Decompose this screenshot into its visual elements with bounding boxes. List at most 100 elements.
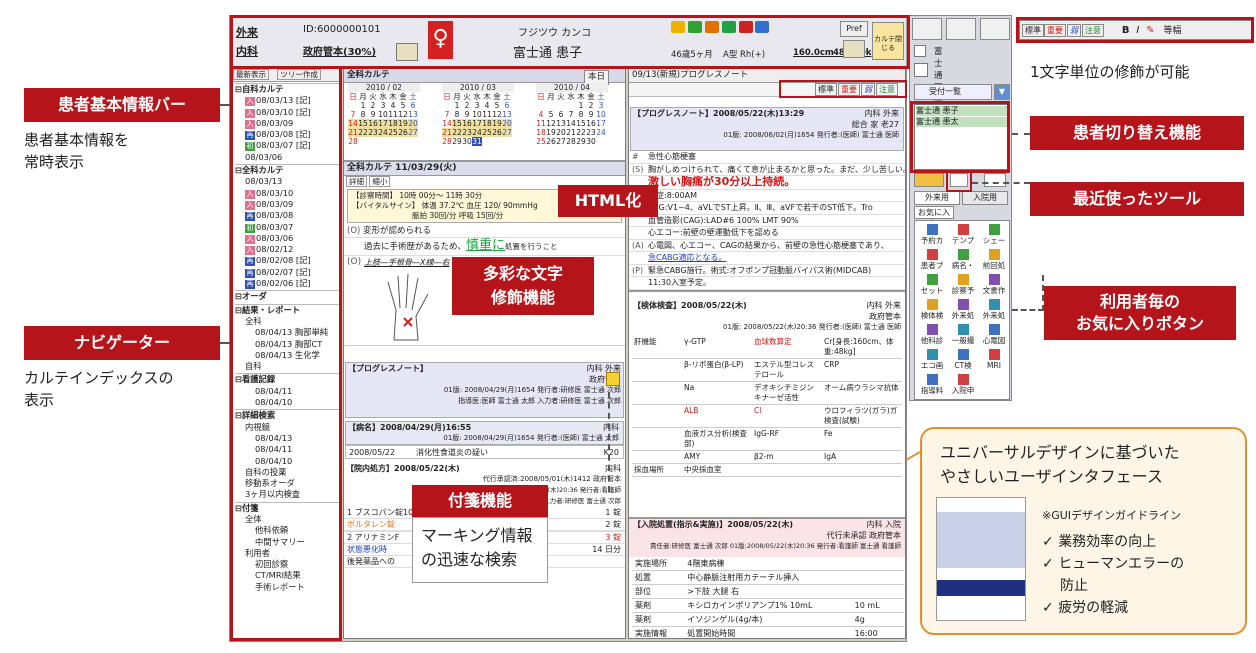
favorite-tool-button[interactable]: 他科診 <box>917 324 947 345</box>
calendar-day[interactable] <box>556 101 566 110</box>
calendar-day[interactable]: 21 <box>566 128 576 137</box>
calendar-day[interactable]: 4 <box>388 101 398 110</box>
calendar-day[interactable]: 1 <box>452 101 462 110</box>
calendar-day[interactable]: 19 <box>546 128 556 137</box>
calendar-day[interactable]: 6 <box>502 101 512 110</box>
calendar-day[interactable]: 25 <box>536 137 546 146</box>
calendar-day[interactable]: 11 <box>388 110 398 119</box>
calendar-day[interactable]: 18 <box>536 128 546 137</box>
tool-icon[interactable] <box>980 18 1010 40</box>
favorite-tool-button[interactable]: 文書作 <box>979 274 1009 295</box>
calendar-day[interactable] <box>348 101 358 110</box>
swap-icon[interactable] <box>946 18 976 40</box>
calendar-day[interactable]: 1 <box>358 101 368 110</box>
calendar-day[interactable]: 16 <box>462 119 472 128</box>
calendar-day[interactable] <box>358 137 368 146</box>
favorite-tool-button[interactable]: セット <box>917 274 947 295</box>
favorite-tool-button[interactable]: 外来処 <box>979 299 1009 320</box>
calendar-day[interactable] <box>596 137 606 146</box>
calendar-grid[interactable]: 日月火水木金土 1 2 3 4 5 6 7 8 9 10 11 12 13 14 15 16 17 18 19 20 21… <box>442 92 512 146</box>
calendar-day[interactable]: 3 <box>596 101 606 110</box>
favorite-tool-button[interactable]: 一般撮 <box>948 324 978 345</box>
calendar-day[interactable] <box>368 137 378 146</box>
user-checkbox[interactable] <box>914 45 926 57</box>
calendar-day[interactable]: 27 <box>502 128 512 137</box>
user-box-2[interactable] <box>914 63 928 77</box>
calendar-day[interactable]: 6 <box>408 101 418 110</box>
calendar-day[interactable]: 30 <box>462 137 472 146</box>
calendar-day[interactable] <box>388 137 398 146</box>
calendar-day[interactable]: 25 <box>388 128 398 137</box>
calendar-day[interactable] <box>408 137 418 146</box>
favorite-tool-button[interactable]: エコ画 <box>917 349 947 370</box>
calendar-day[interactable]: 27 <box>408 128 418 137</box>
calendar-day[interactable]: 8 <box>358 110 368 119</box>
calendar-day[interactable]: 7 <box>348 110 358 119</box>
calendar-day[interactable]: 15 <box>452 119 462 128</box>
calendar-day[interactable] <box>398 137 408 146</box>
calendar-day[interactable]: 14 <box>442 119 452 128</box>
calendar-day[interactable]: 7 <box>442 110 452 119</box>
calendar-day[interactable]: 13 <box>408 110 418 119</box>
calendar-grid[interactable]: 日月火水木金土 1 2 3 4 5 6 7 8 9 10 11 12 13 14 15 16 17 18 19 20 21… <box>536 92 606 146</box>
calendar-day[interactable]: 28 <box>566 137 576 146</box>
calendar-day[interactable]: 24 <box>596 128 606 137</box>
calendar-day[interactable]: 24 <box>472 128 482 137</box>
recent-tool-3[interactable] <box>984 173 1006 187</box>
tab-inpatient[interactable]: 入院用 <box>962 191 1008 205</box>
calendar-day[interactable]: 19 <box>398 119 408 128</box>
calendar-day[interactable]: 3 <box>472 101 482 110</box>
calendar-day[interactable]: 23 <box>586 128 596 137</box>
calendar-day[interactable]: 17 <box>472 119 482 128</box>
calendar-day[interactable] <box>546 101 556 110</box>
users-icon[interactable] <box>912 18 942 40</box>
calendar-day[interactable]: 26 <box>398 128 408 137</box>
calendar-day[interactable]: 22 <box>358 128 368 137</box>
calendar-day[interactable]: 29 <box>576 137 586 146</box>
calendar-day[interactable]: 24 <box>378 128 388 137</box>
favorite-tool-button[interactable]: 入院申 <box>948 374 978 395</box>
calendar-day[interactable] <box>482 137 492 146</box>
calendar-day[interactable]: 28 <box>442 137 452 146</box>
calendar-day[interactable]: 2 <box>586 101 596 110</box>
calendar-day[interactable]: 11 <box>536 119 546 128</box>
calendar-day[interactable] <box>566 101 576 110</box>
sticky-note-icon[interactable] <box>606 372 620 386</box>
calendar-day[interactable]: 21 <box>442 128 452 137</box>
calendar-day[interactable]: 15 <box>358 119 368 128</box>
favorite-tool-button[interactable]: 心電図 <box>979 324 1009 345</box>
calendar-day[interactable]: 13 <box>556 119 566 128</box>
calendar-day[interactable]: 16 <box>368 119 378 128</box>
calendar-day[interactable]: 18 <box>482 119 492 128</box>
calendar-day[interactable]: 20 <box>408 119 418 128</box>
calendar-day[interactable]: 26 <box>492 128 502 137</box>
calendar-day[interactable]: 8 <box>576 110 586 119</box>
calendar-day[interactable]: 21 <box>348 128 358 137</box>
calendar-day[interactable]: 12 <box>398 110 408 119</box>
calendar-day[interactable]: 14 <box>348 119 358 128</box>
calendar-day[interactable]: 5 <box>492 101 502 110</box>
favorite-buttons[interactable]: 予約カ テンプ シェー 患者プ 病名・ 前回処 セット 診察予 文書作 検体検 外来処 外来処 他科診一… <box>914 220 1010 400</box>
calendar-day[interactable] <box>492 137 502 146</box>
tab-favorites[interactable]: お気に入り <box>914 206 954 228</box>
favorite-tool-button[interactable]: 検体検 <box>917 299 947 320</box>
calendar-day[interactable] <box>442 101 452 110</box>
calendar-day[interactable]: 2 <box>462 101 472 110</box>
calendar-day[interactable]: 11 <box>482 110 492 119</box>
calendar-day[interactable]: 5 <box>398 101 408 110</box>
calendar-day[interactable]: 26 <box>546 137 556 146</box>
calendar-day[interactable]: 5 <box>546 110 556 119</box>
recent-tool-1[interactable] <box>914 173 944 187</box>
calendar[interactable]: 2010 / 02 日月火水木金土 1 2 3 4 5 6 7 8 9 10 11 12 13 14 15 16 1… <box>344 83 625 161</box>
favorite-tool-button[interactable]: 病名・ <box>948 249 978 270</box>
calendar-day[interactable]: 17 <box>596 119 606 128</box>
favorite-tool-button[interactable]: 指導料 <box>917 374 947 395</box>
calendar-day[interactable]: 15 <box>576 119 586 128</box>
favorite-tool-button[interactable]: CT検 <box>948 349 978 370</box>
calendar-day[interactable]: 20 <box>502 119 512 128</box>
calendar-day[interactable]: 6 <box>556 110 566 119</box>
calendar-day[interactable]: 31 <box>472 137 482 146</box>
calendar-day[interactable] <box>502 137 512 146</box>
shrink-button[interactable]: 縮小 <box>369 176 391 187</box>
calendar-day[interactable]: 13 <box>502 110 512 119</box>
